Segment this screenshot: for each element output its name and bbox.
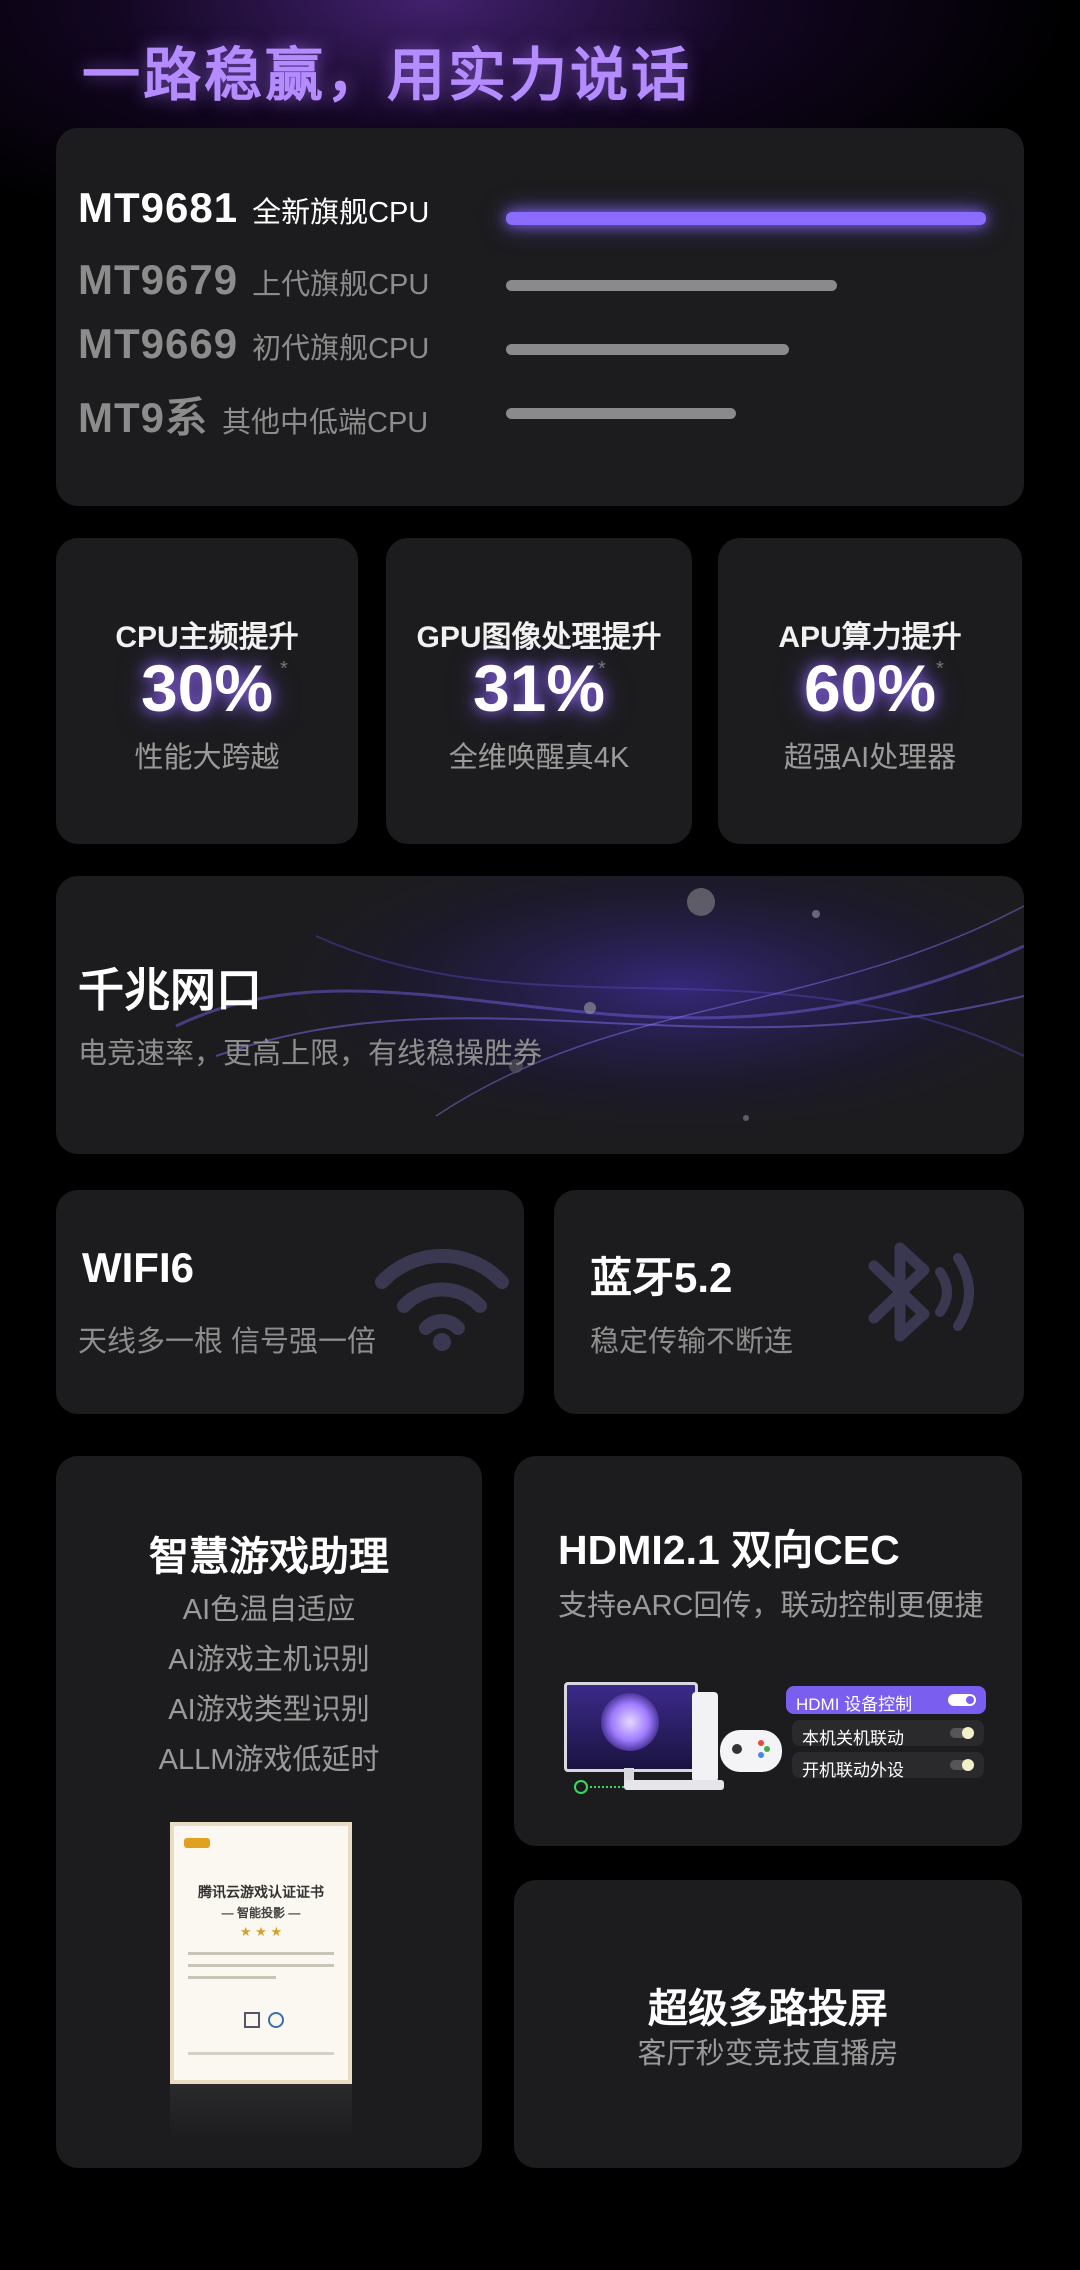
cpu-performance-bar bbox=[506, 344, 789, 355]
cec-option-row[interactable]: 本机关机联动 bbox=[792, 1720, 984, 1748]
cpu-desc: 初代旗舰CPU bbox=[252, 333, 430, 365]
set-top-box bbox=[624, 1780, 724, 1790]
stat-footnote-star: * bbox=[936, 658, 944, 680]
certificate-seal-right bbox=[268, 2012, 284, 2028]
cpu-model: MT9681 bbox=[78, 184, 239, 231]
cpu-desc: 全新旗舰CPU bbox=[252, 197, 430, 229]
stat-value: 31% bbox=[472, 651, 606, 725]
stat-subtitle: 全维唤醒真4K bbox=[448, 742, 630, 774]
power-icon bbox=[574, 1780, 588, 1794]
page-headline: 一路稳赢，用实力说话 bbox=[82, 43, 693, 108]
cpu-desc: 上代旗舰CPU bbox=[252, 269, 430, 301]
certificate-image: 腾讯云游戏认证证书 — 智能投影 — ★ ★ ★ bbox=[170, 1822, 352, 2084]
bluetooth-title: 蓝牙5.2 bbox=[590, 1254, 733, 1301]
cec-option-label: 开机联动外设 bbox=[802, 1761, 904, 1780]
cpu-model: MT9669 bbox=[78, 320, 239, 367]
cpu-performance-bar bbox=[506, 408, 736, 419]
certificate-title: 腾讯云游戏认证证书 bbox=[198, 1884, 324, 1900]
stat-footnote-star: * bbox=[598, 658, 606, 680]
stat-card-gpu: GPU图像处理提升 31% * 全维唤醒真4K bbox=[386, 538, 692, 844]
console-illustration bbox=[692, 1692, 718, 1782]
stat-subtitle: 性能大跨越 bbox=[134, 742, 280, 774]
game-assistant-title: 智慧游戏助理 bbox=[149, 1535, 389, 1579]
hdmi-title: HDMI2.1 双向CEC bbox=[558, 1527, 900, 1573]
cpu-compare-card: MT9681 全新旗舰CPU MT9679 上代旗舰CPU MT9669 初代旗… bbox=[56, 128, 1024, 506]
game-feature-item: AI游戏类型识别 bbox=[168, 1694, 370, 1726]
hdmi-control-label: HDMI 设备控制 bbox=[796, 1695, 913, 1714]
link-line bbox=[590, 1786, 624, 1788]
game-feature-item: AI游戏主机识别 bbox=[168, 1644, 370, 1676]
screen-cast-subtitle: 客厅秒变竞技直播房 bbox=[637, 2038, 899, 2070]
cpu-performance-bar bbox=[506, 280, 837, 291]
cpu-row-2: MT9679 上代旗舰CPU bbox=[78, 256, 429, 316]
wifi-card: WIFI6 天线多一根 信号强一倍 bbox=[56, 1190, 524, 1414]
stat-value: 60% bbox=[803, 651, 937, 725]
wifi-icon bbox=[375, 1248, 509, 1351]
certificate-stars: ★ ★ ★ bbox=[239, 1924, 283, 1939]
wifi-subtitle: 天线多一根 信号强一倍 bbox=[78, 1326, 377, 1358]
hdmi-control-toggle[interactable]: HDMI 设备控制 bbox=[786, 1686, 986, 1714]
hdmi-card: HDMI2.1 双向CEC 支持eARC回传，联动控制更便捷 HDMI 设备控制… bbox=[514, 1456, 1022, 1846]
cpu-row-1: MT9681 全新旗舰CPU bbox=[78, 184, 429, 244]
screen-cast-card: 超级多路投屏 客厅秒变竞技直播房 bbox=[514, 1880, 1022, 2168]
bluetooth-subtitle: 稳定传输不断连 bbox=[590, 1326, 794, 1358]
game-assistant-card: 智慧游戏助理 AI色温自适应 AI游戏主机识别 AI游戏类型识别 ALLM游戏低… bbox=[56, 1456, 482, 2168]
cpu-model: MT9679 bbox=[78, 256, 239, 303]
stat-card-cpu: CPU主频提升 30% * 性能大跨越 bbox=[56, 538, 358, 844]
toggle-switch[interactable] bbox=[950, 1759, 974, 1771]
ethernet-card: 千兆网口 电竞速率，更高上限，有线稳操胜券 bbox=[56, 876, 1024, 1154]
toggle-switch[interactable] bbox=[948, 1694, 976, 1706]
bluetooth-icon bbox=[868, 1242, 974, 1342]
certificate-footer-lines bbox=[188, 2052, 334, 2055]
tv-illustration bbox=[564, 1682, 698, 1772]
certificate-text-lines bbox=[188, 1952, 334, 1979]
cpu-desc: 其他中低端CPU bbox=[222, 407, 429, 439]
gamepad-icon bbox=[720, 1730, 782, 1772]
cpu-row-4: MT9系 其他中低端CPU bbox=[78, 384, 428, 444]
cec-option-row[interactable]: 开机联动外设 bbox=[792, 1752, 984, 1780]
stat-card-apu: APU算力提升 60% * 超强AI处理器 bbox=[718, 538, 1022, 844]
certificate-subtitle: — 智能投影 — bbox=[221, 1906, 301, 1920]
ethernet-subtitle: 电竞速率，更高上限，有线稳操胜券 bbox=[78, 1038, 543, 1070]
screen-cast-title: 超级多路投屏 bbox=[648, 1987, 888, 2031]
bluetooth-card: 蓝牙5.2 稳定传输不断连 bbox=[554, 1190, 1024, 1414]
cec-option-label: 本机关机联动 bbox=[802, 1729, 904, 1748]
wifi-title: WIFI6 bbox=[82, 1244, 194, 1291]
game-feature-item: ALLM游戏低延时 bbox=[158, 1744, 380, 1776]
stat-value: 30% bbox=[140, 651, 274, 725]
ethernet-title: 千兆网口 bbox=[78, 964, 262, 1016]
certificate-reflection bbox=[170, 2084, 352, 2140]
cpu-model: MT9系 bbox=[78, 394, 209, 441]
cpu-row-3: MT9669 初代旗舰CPU bbox=[78, 320, 429, 380]
certificate-logo bbox=[184, 1838, 210, 1848]
toggle-switch[interactable] bbox=[950, 1727, 974, 1739]
stat-footnote-star: * bbox=[280, 658, 288, 680]
stat-subtitle: 超强AI处理器 bbox=[783, 742, 957, 774]
cpu-performance-bar bbox=[506, 212, 986, 225]
hdmi-subtitle: 支持eARC回传，联动控制更便捷 bbox=[558, 1590, 984, 1622]
game-feature-item: AI色温自适应 bbox=[182, 1594, 356, 1626]
certificate-seal-left bbox=[244, 2012, 260, 2028]
